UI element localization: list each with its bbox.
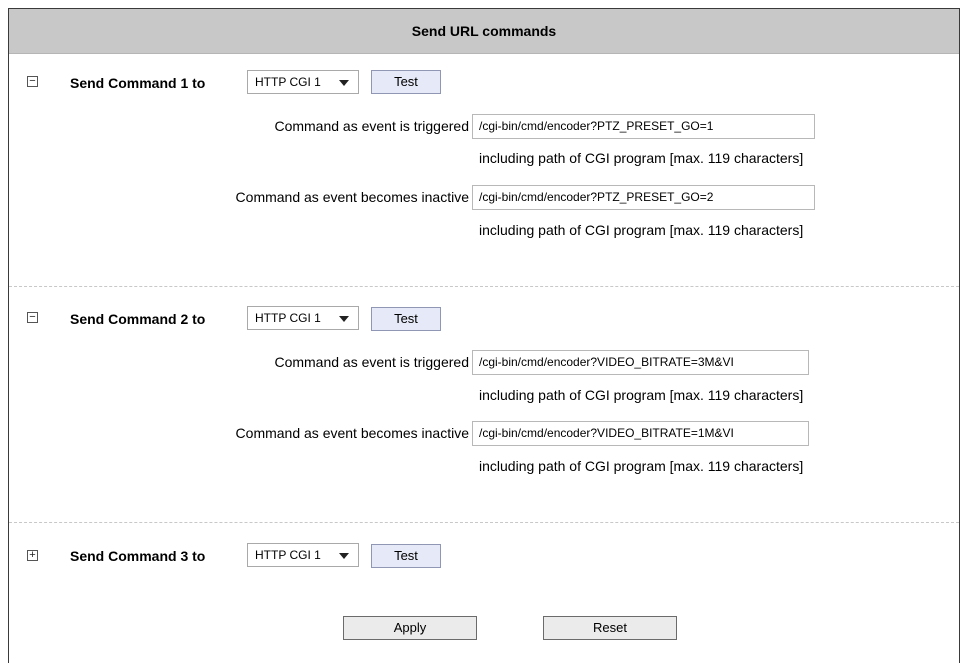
command-2-target-select[interactable]: HTTP CGI 1 (247, 306, 359, 330)
command-1-inactive-label: Command as event becomes inactive (235, 189, 469, 205)
reset-button[interactable]: Reset (543, 616, 677, 640)
command-1-triggered-input[interactable]: /cgi-bin/cmd/encoder?PTZ_PRESET_GO=1 (472, 114, 815, 139)
command-2-inactive-input[interactable]: /cgi-bin/cmd/encoder?VIDEO_BITRATE=1M&VI (472, 421, 809, 446)
collapse-command-1-icon[interactable]: − (27, 76, 38, 87)
command-2-inactive-label: Command as event becomes inactive (235, 425, 469, 441)
expand-command-3-icon[interactable]: + (27, 550, 38, 561)
command-1-target-select[interactable]: HTTP CGI 1 (247, 70, 359, 94)
command-2-inactive-hint: including path of CGI program [max. 119 … (479, 458, 804, 474)
chevron-down-icon (339, 80, 349, 86)
command-3-title: Send Command 3 to (70, 548, 206, 564)
command-1-test-button[interactable]: Test (371, 70, 441, 94)
chevron-down-icon (339, 553, 349, 559)
command-2-test-button[interactable]: Test (371, 307, 441, 331)
send-url-commands-panel: Send URL commands − Send Command 1 to HT… (8, 8, 960, 663)
command-2-triggered-input[interactable]: /cgi-bin/cmd/encoder?VIDEO_BITRATE=3M&VI (472, 350, 809, 375)
command-1-title: Send Command 1 to (70, 75, 206, 91)
command-1-inactive-hint: including path of CGI program [max. 119 … (479, 222, 804, 238)
command-2-triggered-hint: including path of CGI program [max. 119 … (479, 387, 804, 403)
panel-header: Send URL commands (9, 9, 959, 54)
chevron-down-icon (339, 316, 349, 322)
command-2-triggered-label: Command as event is triggered (274, 354, 469, 370)
apply-button[interactable]: Apply (343, 616, 477, 640)
section-divider (9, 286, 959, 287)
command-2-target-value: HTTP CGI 1 (255, 311, 321, 325)
command-3-test-button[interactable]: Test (371, 544, 441, 568)
collapse-command-2-icon[interactable]: − (27, 312, 38, 323)
command-2-title: Send Command 2 to (70, 311, 206, 327)
command-1-inactive-input[interactable]: /cgi-bin/cmd/encoder?PTZ_PRESET_GO=2 (472, 185, 815, 210)
command-1-target-value: HTTP CGI 1 (255, 75, 321, 89)
command-1-triggered-label: Command as event is triggered (274, 118, 469, 134)
command-3-target-value: HTTP CGI 1 (255, 548, 321, 562)
command-3-target-select[interactable]: HTTP CGI 1 (247, 543, 359, 567)
command-1-triggered-hint: including path of CGI program [max. 119 … (479, 150, 804, 166)
section-divider (9, 522, 959, 523)
